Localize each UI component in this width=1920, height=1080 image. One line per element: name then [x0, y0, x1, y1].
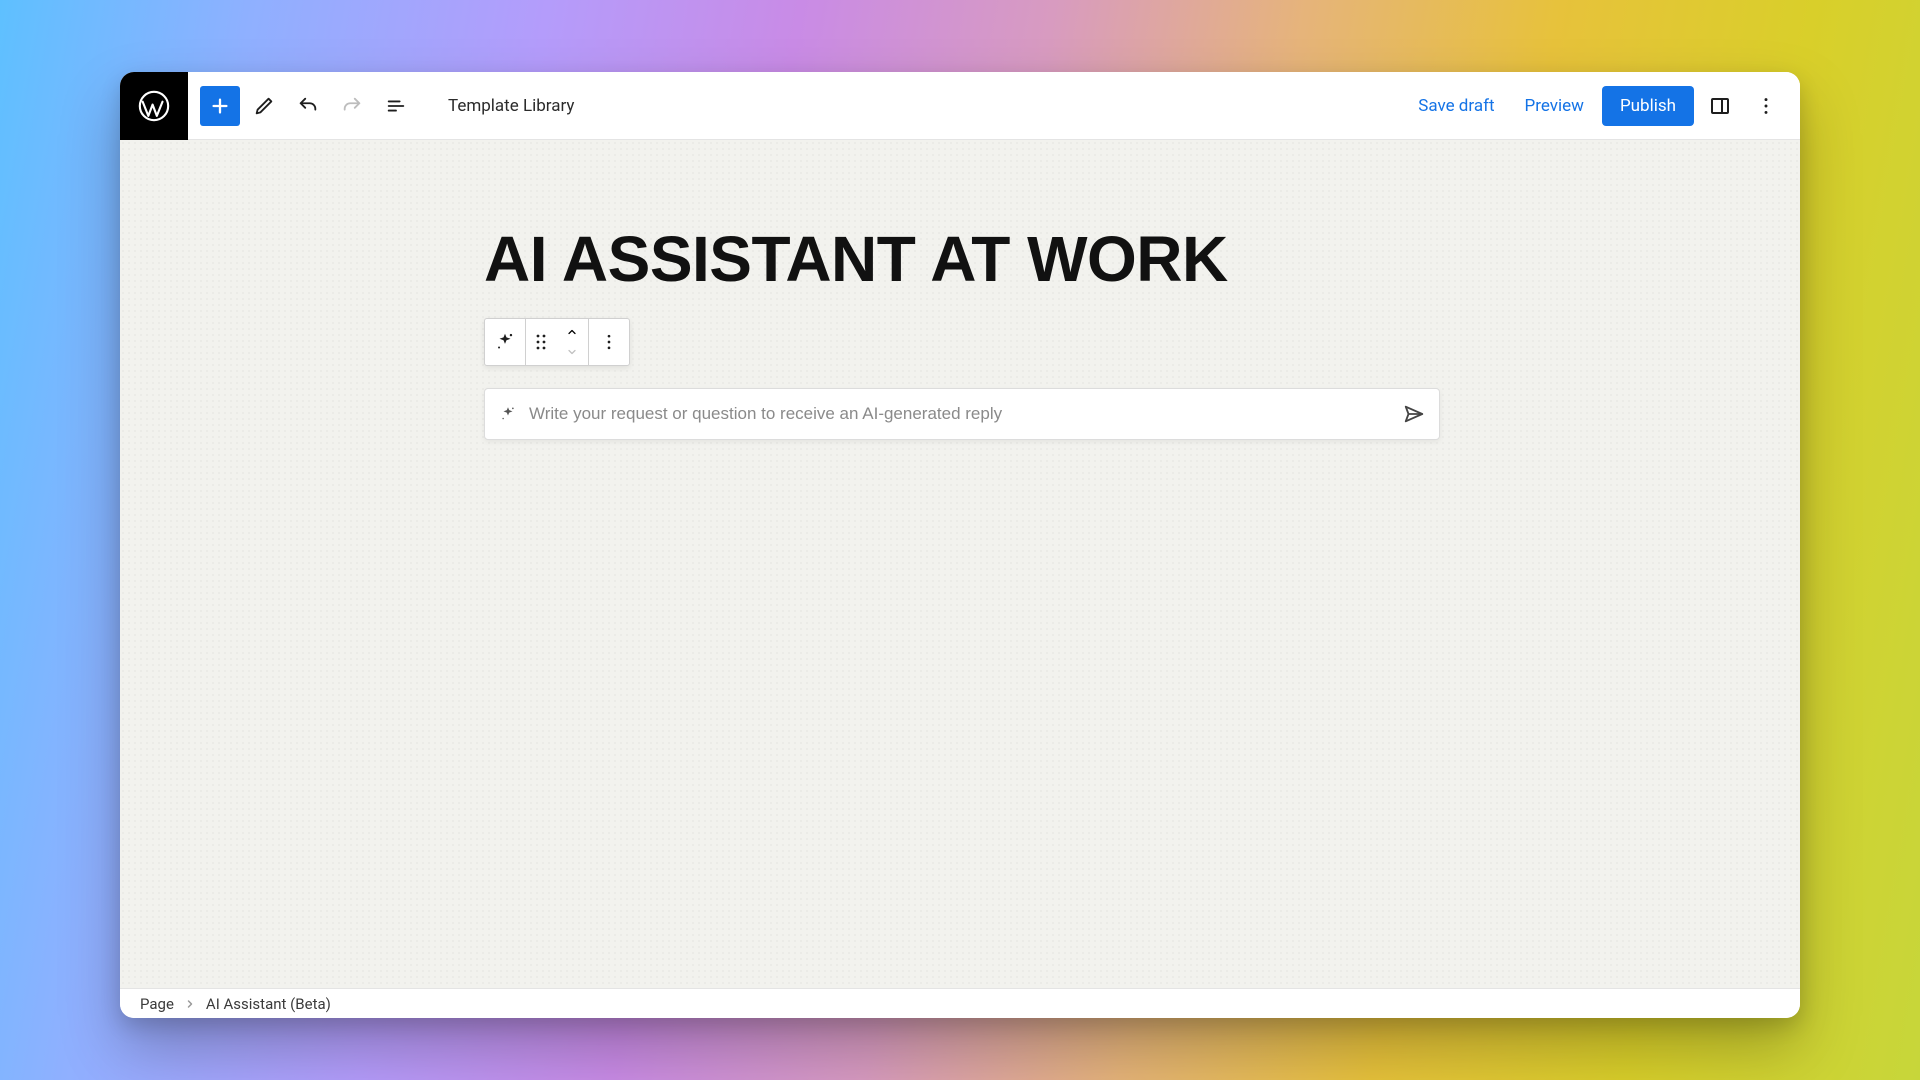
- document-outline-button[interactable]: [376, 86, 416, 126]
- sidebar-icon: [1708, 94, 1732, 118]
- breadcrumb-root[interactable]: Page: [140, 995, 174, 1013]
- editor-topbar: Template Library Save draft Preview Publ…: [120, 72, 1800, 140]
- sparkle-icon: [499, 405, 517, 423]
- add-block-button[interactable]: [200, 86, 240, 126]
- undo-icon: [297, 95, 319, 117]
- wordpress-home-button[interactable]: [120, 72, 188, 140]
- drag-handle[interactable]: [526, 319, 556, 365]
- plus-icon: [209, 95, 231, 117]
- toolbar-left-group: Template Library: [188, 86, 574, 126]
- more-vertical-icon: [1755, 95, 1777, 117]
- breadcrumb-current[interactable]: AI Assistant (Beta): [206, 995, 331, 1013]
- toolbar-right-group: Save draft Preview Publish: [1406, 86, 1800, 126]
- list-icon: [385, 95, 407, 117]
- undo-button[interactable]: [288, 86, 328, 126]
- sparkle-icon: [494, 331, 516, 353]
- chevron-up-icon: [564, 326, 580, 338]
- block-more-button[interactable]: [589, 319, 629, 365]
- send-icon: [1403, 403, 1425, 425]
- settings-sidebar-toggle[interactable]: [1700, 86, 1740, 126]
- drag-icon: [534, 333, 548, 351]
- save-draft-button[interactable]: Save draft: [1406, 88, 1506, 124]
- preview-button[interactable]: Preview: [1513, 88, 1596, 124]
- chevron-down-icon: [564, 346, 580, 358]
- send-button[interactable]: [1403, 403, 1425, 425]
- publish-button[interactable]: Publish: [1602, 86, 1694, 126]
- edit-tool-button[interactable]: [244, 86, 284, 126]
- editor-canvas[interactable]: AI ASSISTANT AT WORK lock: [120, 140, 1800, 988]
- template-library-label[interactable]: Template Library: [448, 96, 574, 116]
- ai-block-type-button[interactable]: [485, 319, 525, 365]
- editor-window: Template Library Save draft Preview Publ…: [120, 72, 1800, 1018]
- page-title[interactable]: AI ASSISTANT AT WORK: [484, 222, 1228, 296]
- more-options-button[interactable]: [1746, 86, 1786, 126]
- ai-assistant-block[interactable]: [484, 388, 1440, 440]
- pencil-icon: [253, 95, 275, 117]
- move-down-button[interactable]: [564, 342, 580, 362]
- redo-button[interactable]: [332, 86, 372, 126]
- block-toolbar: [484, 318, 630, 366]
- wordpress-icon: [137, 89, 171, 123]
- ai-prompt-input[interactable]: [529, 404, 1391, 424]
- more-vertical-icon: [599, 332, 619, 352]
- block-mover: [556, 319, 588, 365]
- redo-icon: [341, 95, 363, 117]
- chevron-right-icon: [184, 998, 196, 1010]
- move-up-button[interactable]: [564, 322, 580, 342]
- breadcrumb: Page AI Assistant (Beta): [120, 988, 1800, 1018]
